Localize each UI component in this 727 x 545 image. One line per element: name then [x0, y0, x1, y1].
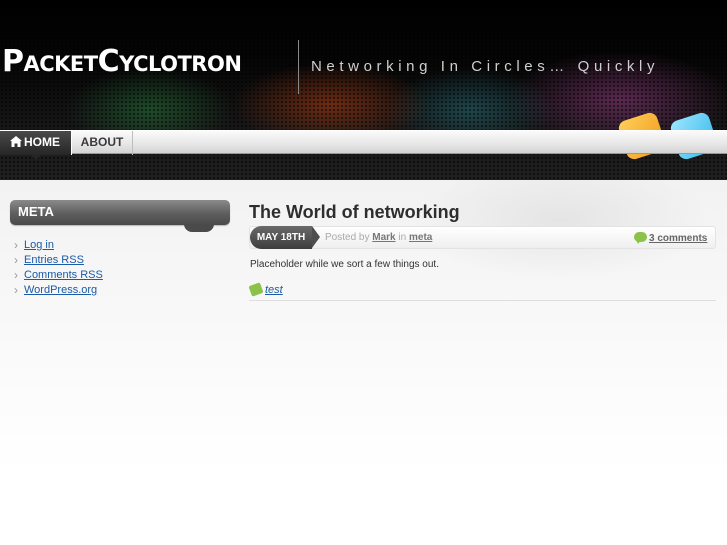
list-item: Comments RSS: [14, 268, 103, 283]
nav-home-label: HOME: [24, 135, 60, 149]
list-item: Entries RSS: [14, 253, 103, 268]
in-word: in: [398, 232, 407, 243]
tag-icon: [248, 282, 264, 297]
sidebar-meta-title: META: [10, 200, 230, 225]
entries-rss-link[interactable]: Entries RSS: [24, 254, 84, 266]
header-divider: [298, 40, 299, 94]
posted-by-prefix: Posted by: [325, 232, 370, 243]
post-title[interactable]: The World of networking: [249, 202, 460, 223]
post-comments: 3 comments: [634, 231, 707, 244]
wordpress-link[interactable]: WordPress.org: [24, 284, 97, 296]
nav-home[interactable]: HOME: [0, 131, 71, 155]
sidebar-meta-tail: [184, 224, 214, 232]
site-tagline: Networking In Circles… Quickly: [311, 58, 660, 75]
list-item: Log in: [14, 238, 103, 253]
category-link[interactable]: meta: [409, 232, 432, 243]
author-link[interactable]: Mark: [372, 232, 395, 243]
post-tags: test: [248, 282, 283, 297]
nav-active-indicator: [31, 155, 41, 160]
post-divider: [249, 300, 716, 301]
sidebar-meta-list: Log in Entries RSS Comments RSS WordPres…: [14, 238, 103, 298]
comments-rss-link[interactable]: Comments RSS: [24, 269, 103, 281]
tag-link[interactable]: test: [265, 284, 283, 296]
post-body: Placeholder while we sort a few things o…: [250, 259, 439, 270]
comment-icon: [634, 232, 647, 244]
nav-about[interactable]: ABOUT: [71, 131, 133, 155]
home-icon: [10, 136, 22, 147]
comments-link[interactable]: 3 comments: [649, 233, 707, 244]
post-byline: Posted by Mark in meta: [325, 232, 432, 243]
site-logo[interactable]: PacketCyclotron: [2, 44, 242, 79]
post-date-arrow: [312, 226, 320, 248]
post-date-badge: MAY 18TH: [250, 226, 312, 249]
list-item: WordPress.org: [14, 283, 103, 298]
main-nav: HOME ABOUT: [0, 130, 727, 160]
login-link[interactable]: Log in: [24, 239, 54, 251]
